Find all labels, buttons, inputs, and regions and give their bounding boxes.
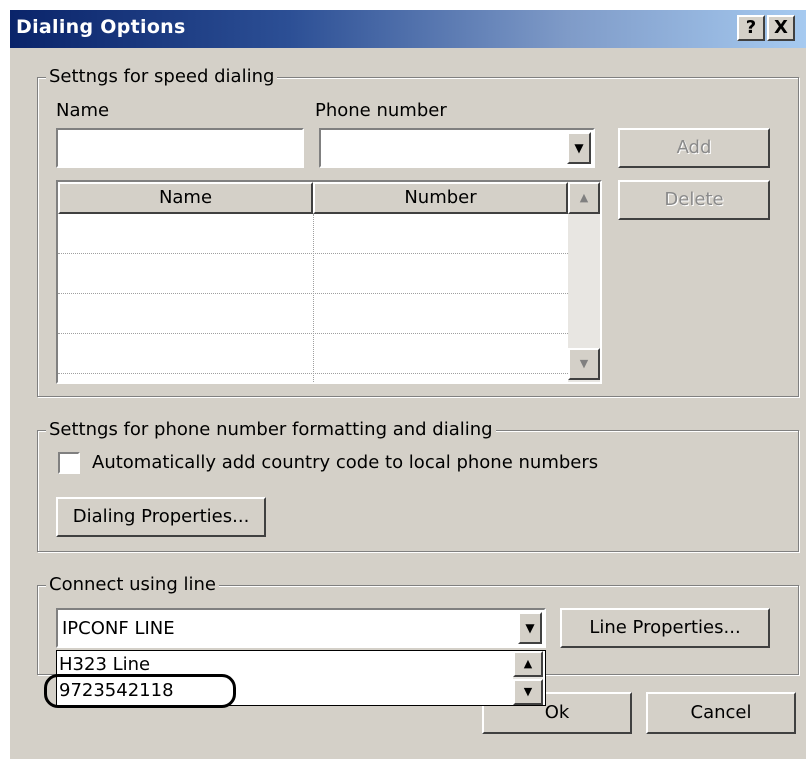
line-properties-button[interactable]: Line Properties... bbox=[560, 608, 770, 648]
line-select-combo[interactable]: IPCONF LINE ▼ bbox=[56, 608, 546, 648]
country-code-label[interactable]: Automatically add country code to local … bbox=[92, 452, 598, 473]
add-button[interactable]: Add bbox=[618, 128, 770, 168]
highlight-oval bbox=[44, 674, 236, 708]
window-title: Dialing Options bbox=[16, 16, 186, 38]
scroll-down-icon[interactable]: ▼ bbox=[568, 348, 600, 380]
table-row[interactable] bbox=[58, 294, 568, 334]
line-combo-arrow-icon[interactable]: ▼ bbox=[518, 612, 542, 644]
formatting-legend: Settngs for phone number formatting and … bbox=[46, 419, 496, 440]
scroll-up-icon[interactable]: ▲ bbox=[568, 182, 600, 214]
delete-button[interactable]: Delete bbox=[618, 180, 770, 220]
name-label: Name bbox=[56, 100, 110, 121]
cancel-button[interactable]: Cancel bbox=[646, 692, 796, 734]
dialing-properties-button[interactable]: Dialing Properties... bbox=[56, 497, 266, 537]
list-scrollbar[interactable]: ▲ ▼ bbox=[568, 182, 600, 382]
dropdown-scrollbar[interactable]: ▲ ▼ bbox=[513, 651, 543, 705]
speed-dial-list[interactable]: Name Number ▲ ▼ bbox=[56, 180, 602, 384]
table-row[interactable] bbox=[58, 214, 568, 254]
country-code-checkbox[interactable] bbox=[58, 452, 80, 474]
phone-number-combo[interactable]: ▼ bbox=[319, 128, 595, 168]
phone-number-label: Phone number bbox=[315, 100, 447, 121]
name-input[interactable] bbox=[56, 128, 304, 168]
phone-combo-arrow-icon[interactable]: ▼ bbox=[567, 132, 591, 164]
column-header-name[interactable]: Name bbox=[58, 182, 313, 214]
dropdown-scroll-up-icon[interactable]: ▲ bbox=[513, 651, 543, 677]
dialing-options-dialog: Dialing Options ? X Settngs for speed di… bbox=[9, 9, 806, 759]
column-header-number[interactable]: Number bbox=[313, 182, 568, 214]
speed-dialing-legend: Settngs for speed dialing bbox=[46, 66, 278, 87]
title-bar[interactable]: Dialing Options ? X bbox=[10, 10, 806, 48]
table-row[interactable] bbox=[58, 334, 568, 374]
connect-line-legend: Connect using line bbox=[46, 574, 219, 595]
dropdown-scroll-down-icon[interactable]: ▼ bbox=[513, 679, 543, 705]
dropdown-option-h323[interactable]: H323 Line bbox=[59, 654, 150, 675]
table-row[interactable] bbox=[58, 254, 568, 294]
help-button[interactable]: ? bbox=[737, 15, 765, 41]
close-button[interactable]: X bbox=[767, 15, 795, 41]
selected-line-value: IPCONF LINE bbox=[62, 618, 175, 639]
